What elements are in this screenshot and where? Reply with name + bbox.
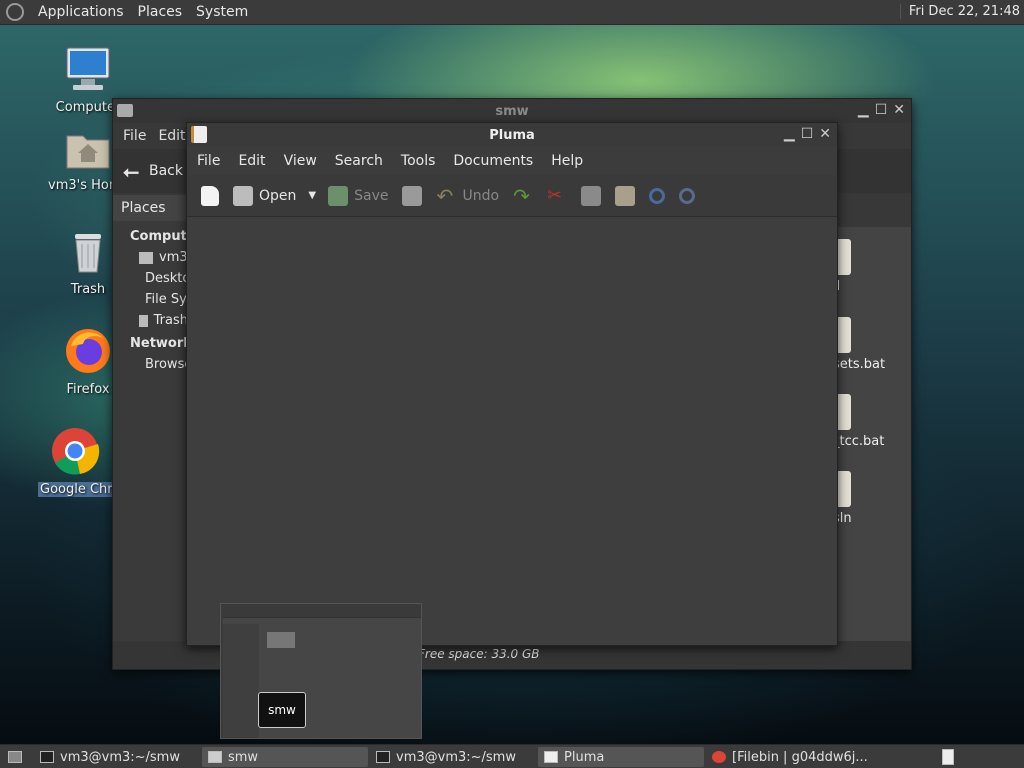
close-icon[interactable]: ✕ [893,102,905,118]
cut-icon: ✂ [547,184,563,206]
arrow-left-icon: ⭠ [123,159,139,183]
print-button[interactable] [398,181,426,211]
sidebar-item-browse-network[interactable]: Browse Network [113,351,188,372]
close-icon[interactable]: ✕ [819,126,831,142]
chrome-icon [712,751,726,763]
window-preview-thumbnail[interactable]: smw [220,603,422,739]
sidebar-group-computer: Computer [130,229,188,244]
file-manager-titlebar[interactable]: smw ▁ ☐ ✕ [113,99,911,123]
window-controls: ▁ ☐ ✕ [858,102,905,118]
menu-help[interactable]: Help [551,153,583,169]
system-menu[interactable]: System [196,4,248,20]
sidebar-item-trash[interactable]: Trash [113,307,188,328]
open-recent-dropdown[interactable]: ▼ [306,181,318,211]
find-button[interactable] [645,181,669,211]
menu-file[interactable]: File [197,153,220,169]
window-preview-image [223,606,421,738]
terminal-icon [40,751,54,763]
pluma-app-icon [544,751,558,763]
sidebar-item-desktop[interactable]: Desktop [113,265,188,286]
workspace-icon [942,749,954,765]
open-button[interactable]: Open [229,181,300,211]
workspace-switcher[interactable] [936,747,958,767]
computer-icon [66,47,110,90]
pluma-menubar: File Edit View Search Tools Documents He… [187,147,837,175]
taskbar-item-terminal-1[interactable]: vm3@vm3:~/smw [34,747,198,767]
search-replace-icon [679,187,696,204]
desktop-icon-chrome[interactable]: Google Chrome [38,426,112,497]
pluma-titlebar[interactable]: Pluma ▁ ☐ ✕ [187,123,837,147]
save-button[interactable]: Save [324,181,392,211]
bottom-panel: vm3@vm3:~/smw smw vm3@vm3:~/smw Pluma [F… [0,744,1024,768]
undo-icon: ↶ [436,183,454,208]
menu-view[interactable]: View [284,153,317,169]
maximize-icon[interactable]: ☐ [875,102,888,118]
pluma-app-icon [191,126,207,143]
menu-file[interactable]: File [123,128,146,144]
show-desktop-button[interactable] [2,747,24,767]
paste-button[interactable] [611,181,639,211]
preview-label: smw [258,692,306,728]
taskbar-item-chrome[interactable]: [Filebin | g04ddw6j... [706,747,876,767]
cut-button[interactable]: ✂ [543,181,571,211]
free-space-label: Free space: 33.0 GB [418,647,540,661]
minimize-icon[interactable]: ▁ [858,102,869,118]
clock[interactable]: Fri Dec 22, 21:48 [899,4,1020,19]
minimize-icon[interactable]: ▁ [784,126,795,142]
home-icon [139,251,153,264]
taskbar-item-terminal-2[interactable]: vm3@vm3:~/smw [370,747,534,767]
show-desktop-icon [8,751,22,763]
copy-icon [581,185,602,206]
menu-search[interactable]: Search [335,153,383,169]
menu-edit[interactable]: Edit [238,153,265,169]
menu-edit[interactable]: Edit [158,128,185,144]
file-item[interactable]: sets.bat [833,317,885,372]
back-button[interactable]: ⭠ Back [123,159,183,183]
search-icon [649,187,666,204]
places-sidebar: Places Computer vm3 Desktop File System … [113,195,188,641]
paste-icon [615,185,636,206]
chevron-down-icon: ▼ [308,190,317,201]
open-folder-icon [233,185,253,206]
mate-logo-icon[interactable] [6,3,24,21]
taskbar-item-pluma[interactable]: Pluma [538,747,704,767]
new-document-icon [201,185,219,206]
maximize-icon[interactable]: ☐ [801,126,814,142]
window-title: Pluma [489,127,535,143]
firefox-icon [66,329,110,373]
text-editor-area[interactable] [187,217,837,645]
trash-small-icon [139,314,148,327]
pluma-toolbar: Open ▼ Save ↶ Undo ↷ ✂ [187,175,837,217]
taskbar-item-smw[interactable]: smw [202,747,368,767]
copy-button[interactable] [577,181,605,211]
window-controls: ▁ ☐ ✕ [784,126,831,142]
applications-menu[interactable]: Applications [38,4,124,20]
places-header[interactable]: Places [113,195,188,221]
redo-button[interactable]: ↷ [509,181,537,211]
sidebar-group-network: Network [130,336,188,351]
menu-documents[interactable]: Documents [453,153,533,169]
file-item[interactable]: _tcc.bat [833,394,884,449]
trash-icon [75,234,101,273]
window-title: smw [495,103,529,119]
terminal-icon [376,751,390,763]
sidebar-item-filesystem[interactable]: File System [113,286,188,307]
save-icon [328,185,349,206]
sidebar-item-home[interactable]: vm3 [113,244,188,265]
folder-icon [208,751,222,763]
places-menu[interactable]: Places [138,4,183,20]
folder-icon [117,104,133,117]
home-folder-icon [66,135,110,169]
new-button[interactable] [197,181,223,211]
top-panel: Applications Places System Fri Dec 22, 2… [0,0,1024,25]
print-icon [402,185,423,206]
replace-button[interactable] [675,181,699,211]
menu-tools[interactable]: Tools [401,153,436,169]
chrome-icon [52,428,100,475]
redo-icon: ↷ [513,183,530,208]
undo-button[interactable]: ↶ Undo [432,181,503,211]
pluma-window: Pluma ▁ ☐ ✕ File Edit View Search Tools … [186,122,838,646]
